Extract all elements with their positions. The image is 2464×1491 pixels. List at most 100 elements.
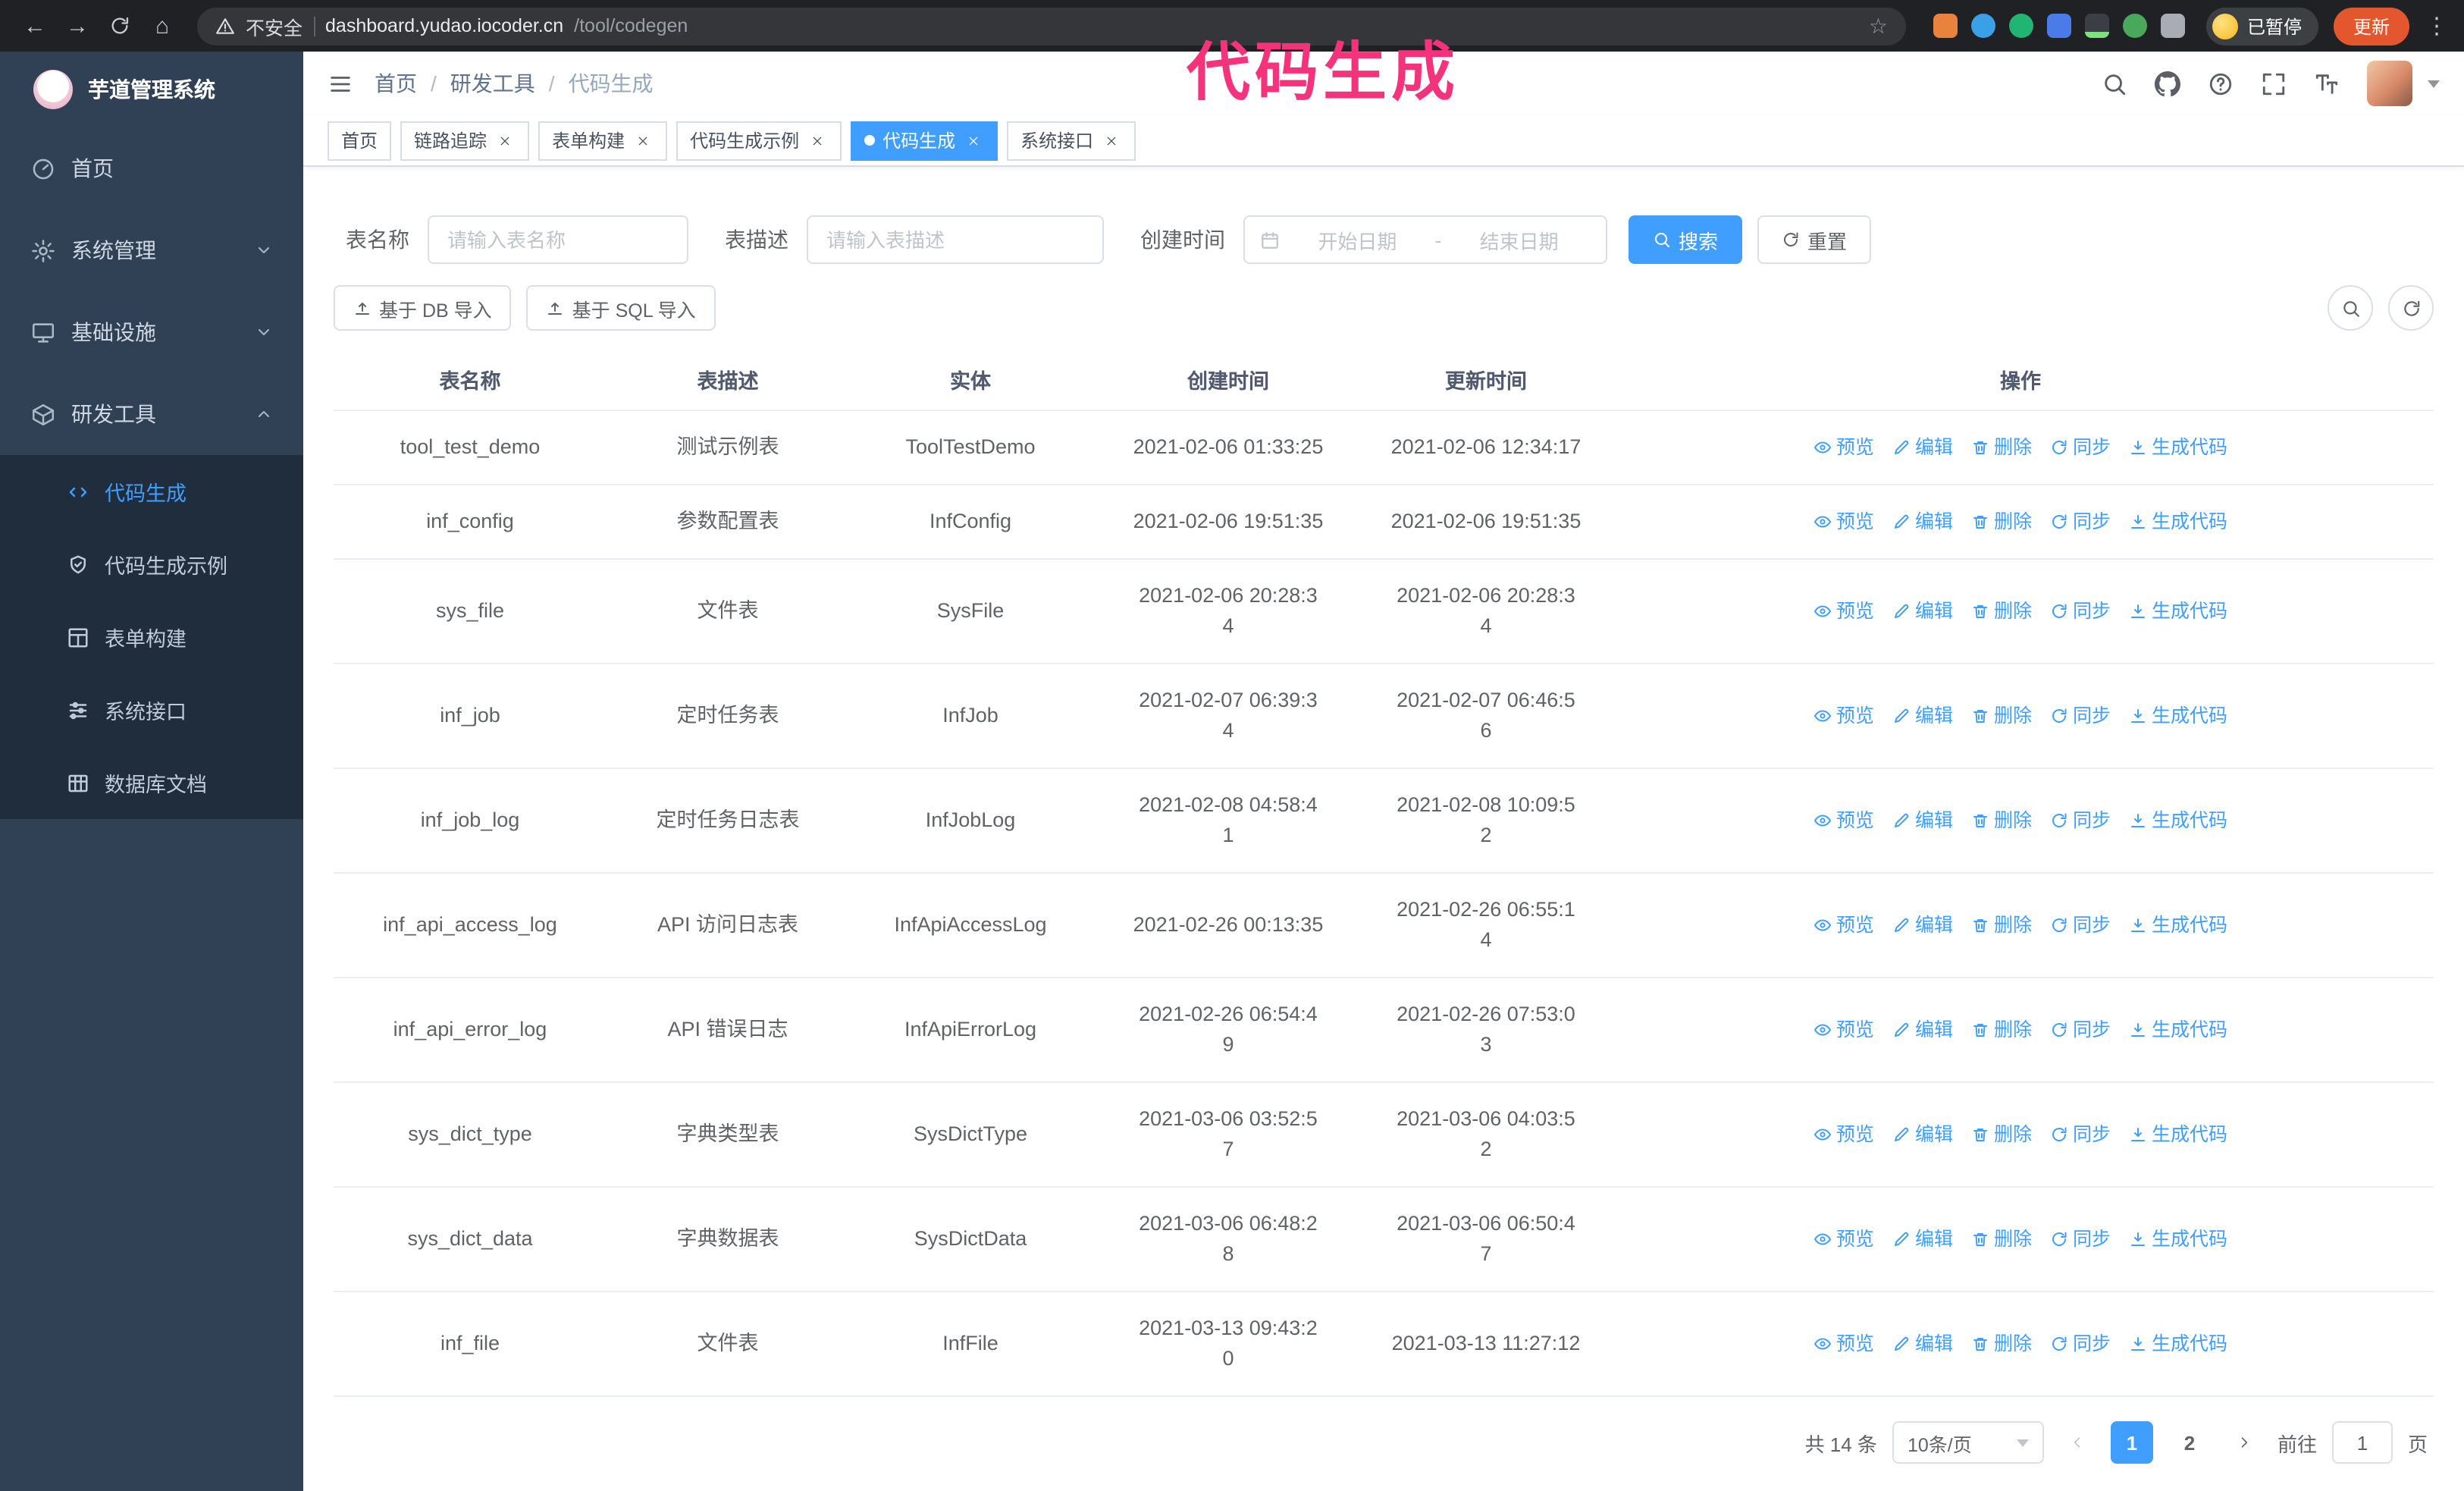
refresh-table-button[interactable] [2388, 285, 2434, 331]
edit-link[interactable]: 编辑 [1892, 432, 1953, 463]
forward-button[interactable]: → [58, 6, 97, 46]
app-logo[interactable]: 芋道管理系统 [0, 52, 303, 127]
preview-link[interactable]: 预览 [1814, 432, 1874, 463]
sync-link[interactable]: 同步 [2050, 1015, 2111, 1045]
sidebar-item-home[interactable]: 首页 [0, 127, 303, 209]
generate-code-link[interactable]: 生成代码 [2129, 805, 2227, 836]
edit-link[interactable]: 编辑 [1892, 1015, 1953, 1045]
sync-link[interactable]: 同步 [2050, 910, 2111, 940]
delete-link[interactable]: 删除 [1971, 596, 2032, 626]
close-icon[interactable] [1101, 130, 1122, 151]
edit-link[interactable]: 编辑 [1892, 805, 1953, 836]
sync-link[interactable]: 同步 [2050, 805, 2111, 836]
delete-link[interactable]: 删除 [1971, 701, 2032, 731]
sync-link[interactable]: 同步 [2050, 596, 2111, 626]
generate-code-link[interactable]: 生成代码 [2129, 701, 2227, 731]
extension-icon[interactable] [1970, 14, 1995, 38]
generate-code-link[interactable]: 生成代码 [2129, 507, 2227, 537]
home-button[interactable]: ⌂ [143, 6, 182, 46]
delete-link[interactable]: 删除 [1971, 432, 2032, 463]
back-button[interactable]: ← [15, 6, 55, 46]
table-desc-input[interactable] [807, 215, 1104, 264]
sync-link[interactable]: 同步 [2050, 701, 2111, 731]
sidebar-item-system-api[interactable]: 系统接口 [0, 673, 303, 746]
search-icon[interactable] [2102, 71, 2127, 96]
edit-link[interactable]: 编辑 [1892, 701, 1953, 731]
github-icon[interactable] [2155, 71, 2180, 96]
sidebar-item-dev-tools[interactable]: 研发工具 [0, 373, 303, 455]
user-avatar[interactable] [2367, 61, 2412, 106]
sidebar-item-db-doc[interactable]: 数据库文档 [0, 746, 303, 819]
generate-code-link[interactable]: 生成代码 [2129, 432, 2227, 463]
toggle-search-button[interactable] [2328, 285, 2373, 331]
edit-link[interactable]: 编辑 [1892, 596, 1953, 626]
extension-icon[interactable] [2122, 14, 2147, 38]
preview-link[interactable]: 预览 [1814, 1224, 1874, 1254]
tag-codegen-example[interactable]: 代码生成示例 [676, 121, 842, 160]
preview-link[interactable]: 预览 [1814, 805, 1874, 836]
edit-link[interactable]: 编辑 [1892, 1224, 1953, 1254]
edit-link[interactable]: 编辑 [1892, 1119, 1953, 1150]
bookmark-star-icon[interactable]: ☆ [1869, 13, 1888, 39]
sidebar-item-system[interactable]: 系统管理 [0, 209, 303, 291]
extension-icon[interactable] [2084, 14, 2109, 38]
extensions-puzzle-icon[interactable] [2160, 14, 2185, 38]
extension-icon[interactable] [2008, 14, 2033, 38]
delete-link[interactable]: 删除 [1971, 1119, 2032, 1150]
edit-link[interactable]: 编辑 [1892, 910, 1953, 940]
edit-link[interactable]: 编辑 [1892, 507, 1953, 537]
generate-code-link[interactable]: 生成代码 [2129, 1329, 2227, 1359]
create-time-range-picker[interactable]: 开始日期 - 结束日期 [1243, 215, 1607, 264]
edit-link[interactable]: 编辑 [1892, 1329, 1953, 1359]
delete-link[interactable]: 删除 [1971, 805, 2032, 836]
reload-button[interactable] [100, 6, 140, 46]
generate-code-link[interactable]: 生成代码 [2129, 910, 2227, 940]
sync-link[interactable]: 同步 [2050, 1119, 2111, 1150]
address-bar[interactable]: 不安全 dashboard.yudao.iocoder.cn/tool/code… [197, 7, 1906, 45]
help-icon[interactable] [2208, 71, 2234, 96]
sidebar-item-codegen-example[interactable]: 代码生成示例 [0, 528, 303, 601]
preview-link[interactable]: 预览 [1814, 910, 1874, 940]
next-page-button[interactable] [2226, 1421, 2262, 1464]
generate-code-link[interactable]: 生成代码 [2129, 1015, 2227, 1045]
chrome-update-button[interactable]: 更新 [2333, 7, 2409, 45]
preview-link[interactable]: 预览 [1814, 1119, 1874, 1150]
browser-menu-button[interactable]: ⋮ [2425, 12, 2449, 39]
page-size-select[interactable]: 10条/页 [1892, 1421, 2044, 1464]
sync-link[interactable]: 同步 [2050, 1224, 2111, 1254]
delete-link[interactable]: 删除 [1971, 910, 2032, 940]
sidebar-toggle-button[interactable] [328, 71, 353, 96]
tag-codegen[interactable]: 代码生成 [851, 121, 998, 160]
preview-link[interactable]: 预览 [1814, 701, 1874, 731]
sync-link[interactable]: 同步 [2050, 432, 2111, 463]
tag-form-builder[interactable]: 表单构建 [538, 121, 668, 160]
sidebar-item-codegen[interactable]: 代码生成 [0, 455, 303, 528]
preview-link[interactable]: 预览 [1814, 596, 1874, 626]
font-size-icon[interactable] [2314, 71, 2340, 96]
sync-link[interactable]: 同步 [2050, 507, 2111, 537]
close-icon[interactable] [963, 130, 984, 151]
generate-code-link[interactable]: 生成代码 [2129, 1119, 2227, 1150]
sidebar-item-infrastructure[interactable]: 基础设施 [0, 291, 303, 373]
page-button-2[interactable]: 2 [2168, 1421, 2211, 1464]
import-sql-button[interactable]: 基于 SQL 导入 [526, 285, 716, 331]
close-icon[interactable] [632, 130, 654, 151]
reset-button[interactable]: 重置 [1757, 215, 1872, 264]
search-button[interactable]: 搜索 [1629, 215, 1743, 264]
generate-code-link[interactable]: 生成代码 [2129, 596, 2227, 626]
fullscreen-icon[interactable] [2261, 71, 2287, 96]
prev-page-button[interactable] [2059, 1421, 2096, 1464]
close-icon[interactable] [807, 130, 828, 151]
extension-icon[interactable] [1933, 14, 1958, 38]
page-button-1[interactable]: 1 [2110, 1421, 2153, 1464]
delete-link[interactable]: 删除 [1971, 507, 2032, 537]
close-icon[interactable] [494, 130, 516, 151]
extension-icon[interactable] [2046, 14, 2071, 38]
sync-link[interactable]: 同步 [2050, 1329, 2111, 1359]
goto-page-input[interactable] [2331, 1421, 2393, 1464]
delete-link[interactable]: 删除 [1971, 1329, 2032, 1359]
import-db-button[interactable]: 基于 DB 导入 [334, 285, 512, 331]
tag-trace[interactable]: 链路追踪 [400, 121, 530, 160]
tag-system-api[interactable]: 系统接口 [1007, 121, 1136, 160]
preview-link[interactable]: 预览 [1814, 507, 1874, 537]
